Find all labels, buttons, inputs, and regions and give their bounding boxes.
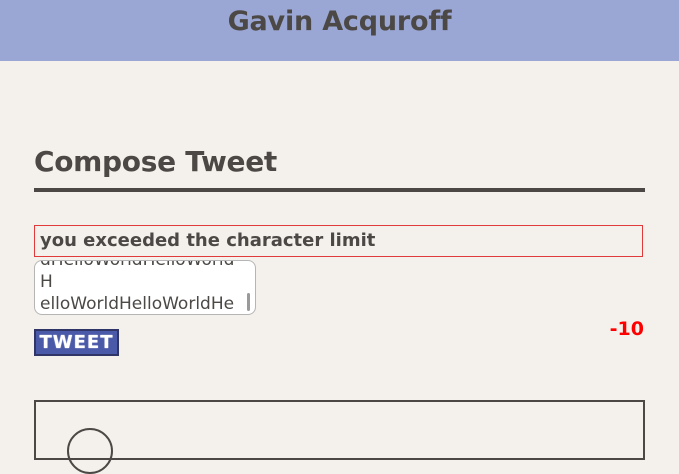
textarea-line: elloWorldHelloWorldHell	[40, 294, 235, 314]
character-counter: -10	[609, 318, 644, 340]
tweet-button[interactable]: TWEET	[34, 329, 119, 356]
compose-title: Compose Tweet	[34, 140, 645, 192]
textarea-content: dHelloWorldHelloWorldH elloWorldHelloWor…	[40, 260, 237, 314]
error-message: you exceeded the character limit	[34, 225, 643, 257]
compose-section: Compose Tweet	[34, 140, 645, 192]
textarea-line: dHelloWorldHelloWorldH	[40, 260, 235, 292]
tweet-textarea[interactable]: dHelloWorldHelloWorldH elloWorldHelloWor…	[34, 260, 256, 315]
avatar	[67, 428, 113, 474]
tweet-card	[34, 400, 645, 474]
textarea-scrollbar[interactable]	[247, 293, 250, 311]
user-name-title: Gavin Acquroff	[227, 5, 452, 37]
page-header: Gavin Acquroff	[0, 0, 679, 61]
